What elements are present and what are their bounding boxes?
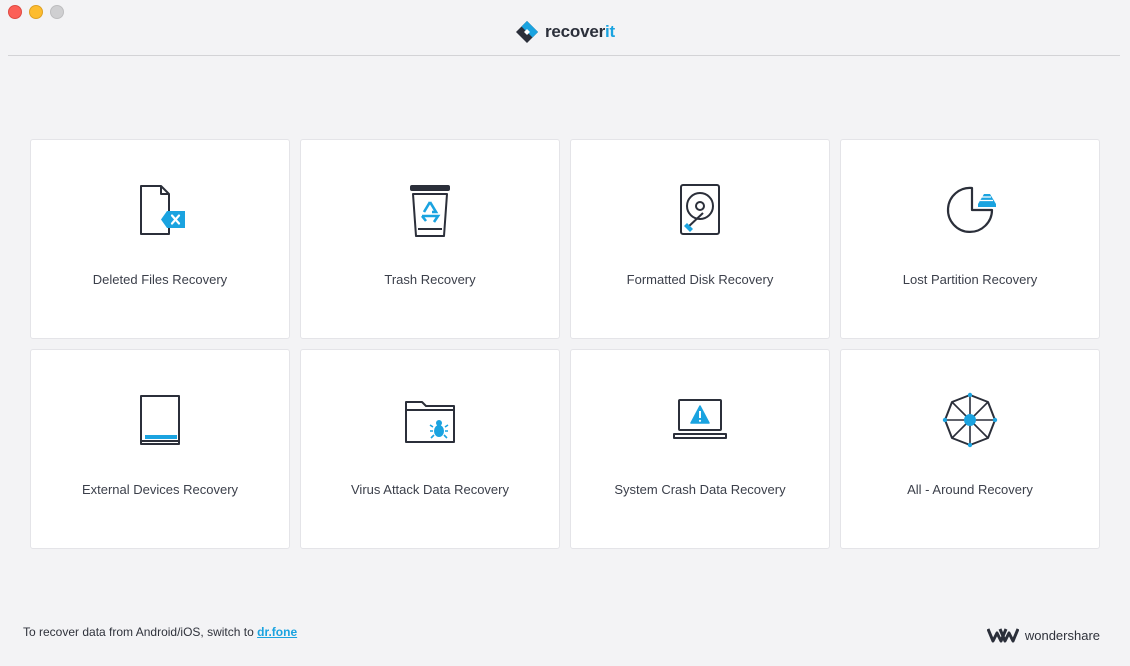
hard-disk-icon bbox=[670, 180, 730, 240]
card-trash-recovery[interactable]: Trash Recovery bbox=[300, 139, 560, 339]
app-name: recoverit bbox=[544, 22, 616, 41]
crashed-laptop-icon bbox=[670, 390, 730, 450]
card-label: Deleted Files Recovery bbox=[92, 272, 228, 287]
app-logo: recoverit bbox=[0, 20, 1130, 44]
card-label: Lost Partition Recovery bbox=[902, 272, 1038, 287]
card-label: All - Around Recovery bbox=[907, 482, 1033, 497]
card-external-devices-recovery[interactable]: External Devices Recovery bbox=[30, 349, 290, 549]
card-deleted-files-recovery[interactable]: Deleted Files Recovery bbox=[30, 139, 290, 339]
title-bar: recoverit bbox=[0, 0, 1130, 56]
card-label: External Devices Recovery bbox=[81, 482, 239, 497]
title-divider bbox=[8, 55, 1120, 56]
card-label: Formatted Disk Recovery bbox=[626, 272, 774, 287]
recoverit-logo-icon bbox=[515, 21, 538, 43]
window-controls bbox=[8, 5, 64, 19]
external-device-icon bbox=[130, 390, 190, 450]
card-lost-partition-recovery[interactable]: Lost Partition Recovery bbox=[840, 139, 1100, 339]
card-system-crash-data-recovery[interactable]: System Crash Data Recovery bbox=[570, 349, 830, 549]
card-all-around-recovery[interactable]: All - Around Recovery bbox=[840, 349, 1100, 549]
company-name: wondershare bbox=[1024, 627, 1100, 643]
wondershare-logo-icon bbox=[986, 628, 1019, 643]
minimize-window-button[interactable] bbox=[29, 5, 43, 19]
maximize-window-button[interactable] bbox=[50, 5, 64, 19]
close-window-button[interactable] bbox=[8, 5, 22, 19]
recovery-mode-grid: Deleted Files Recovery Trash Recovery Fo bbox=[30, 139, 1100, 549]
footer-message: To recover data from Android/iOS, switch… bbox=[23, 625, 258, 639]
all-around-icon bbox=[940, 390, 1000, 450]
card-label: Virus Attack Data Recovery bbox=[351, 482, 509, 497]
deleted-file-icon bbox=[130, 180, 190, 240]
card-virus-attack-data-recovery[interactable]: Virus Attack Data Recovery bbox=[300, 349, 560, 549]
trash-recycle-icon bbox=[400, 180, 460, 240]
wondershare-logo: wondershare bbox=[986, 627, 1100, 643]
card-formatted-disk-recovery[interactable]: Formatted Disk Recovery bbox=[570, 139, 830, 339]
card-label: System Crash Data Recovery bbox=[614, 482, 786, 497]
drfone-link[interactable]: dr.fone bbox=[257, 625, 297, 639]
footer-switch-text: To recover data from Android/iOS, switch… bbox=[23, 625, 297, 639]
virus-folder-icon bbox=[400, 390, 460, 450]
partition-pie-icon bbox=[940, 180, 1000, 240]
card-label: Trash Recovery bbox=[384, 272, 476, 287]
